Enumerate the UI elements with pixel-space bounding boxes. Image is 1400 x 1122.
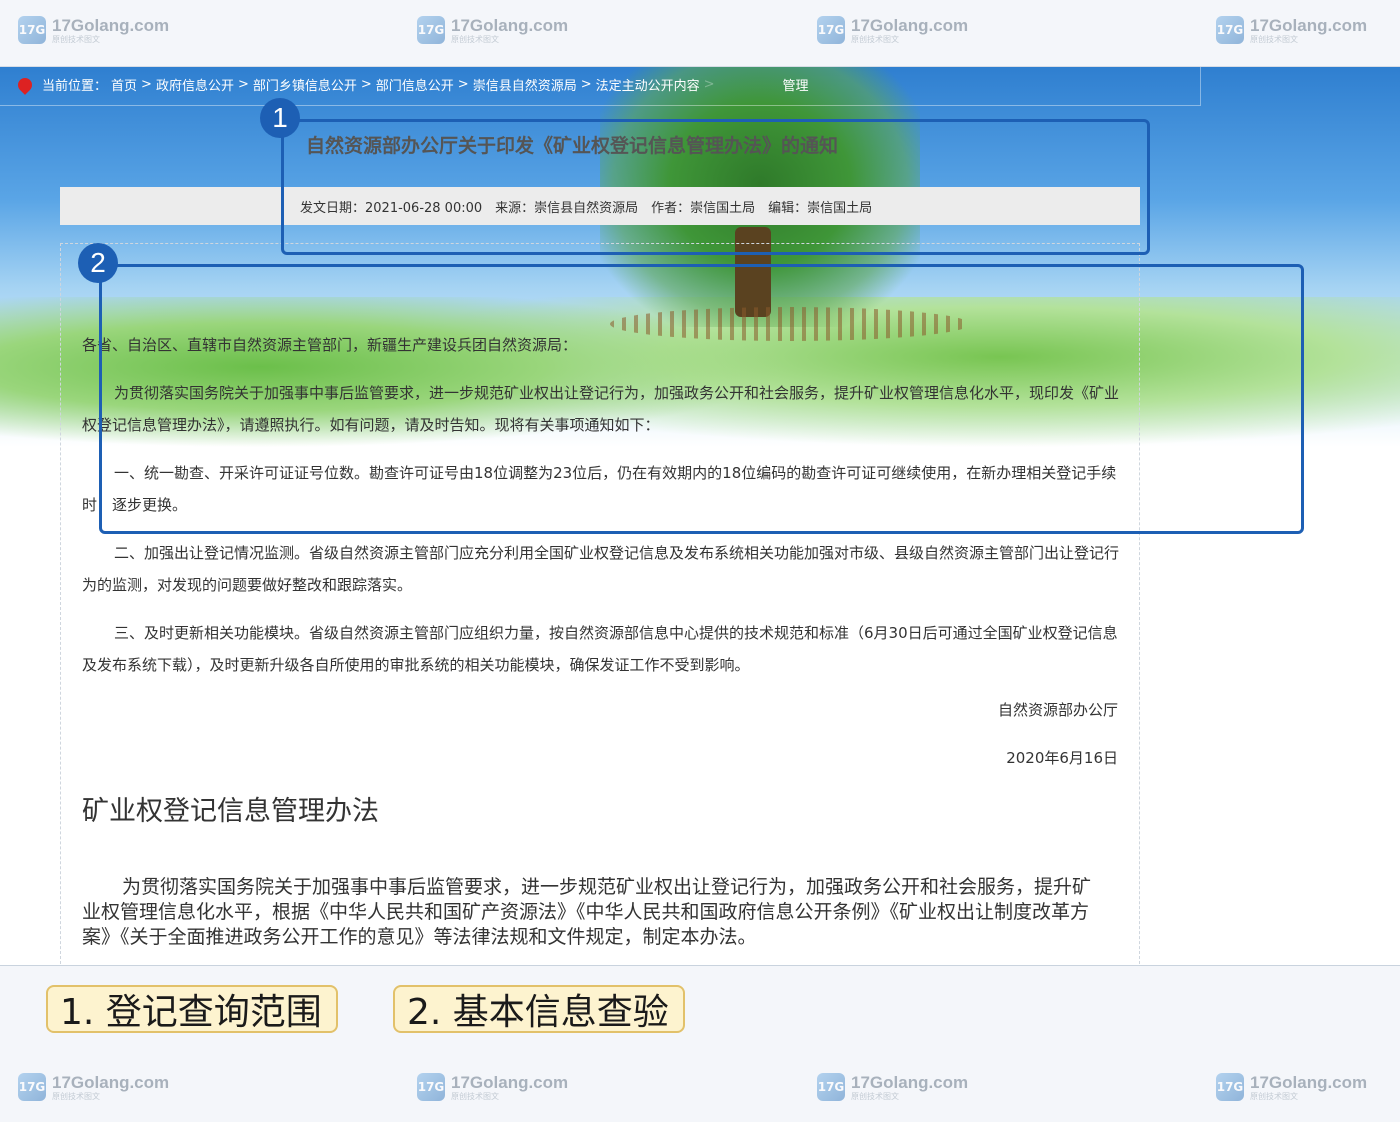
watermark-sub: 原创技术图文	[451, 34, 499, 44]
annotation-badge-2: 2	[78, 243, 118, 283]
watermark: 17G 17Golang.com 原创技术图文	[817, 16, 968, 44]
location-pin-icon	[15, 74, 35, 95]
breadcrumb-separator: >	[360, 77, 372, 92]
watermark-name: 17Golang.com	[52, 15, 170, 35]
annotation-box-1	[281, 119, 1150, 255]
watermark-name: 17Golang.com	[851, 1072, 969, 1092]
watermark: 17G 17Golang.com 原创技术图文	[18, 1073, 169, 1101]
watermark-logo-icon: 17G	[1216, 1073, 1244, 1101]
breadcrumb-link-gov-info[interactable]: 政府信息公开	[156, 75, 234, 94]
watermark: 17G 17Golang.com 原创技术图文	[417, 16, 568, 44]
breadcrumb-link-bureau[interactable]: 崇信县自然资源局	[473, 75, 577, 94]
watermark-name: 17Golang.com	[451, 1072, 569, 1092]
watermark-name: 17Golang.com	[1250, 1072, 1368, 1092]
watermark: 17G 17Golang.com 原创技术图文	[18, 16, 169, 44]
watermark-sub: 原创技术图文	[52, 34, 100, 44]
breadcrumb-link-dept-info[interactable]: 部门信息公开	[376, 75, 454, 94]
watermark-logo-icon: 17G	[417, 1073, 445, 1101]
breadcrumb-separator: >	[580, 77, 592, 92]
breadcrumb-link-home[interactable]: 首页	[111, 75, 137, 94]
breadcrumb: 当前位置： 首页 > 政府信息公开 > 部门乡镇信息公开 > 部门信息公开 > …	[15, 74, 813, 95]
breadcrumb-separator: >	[141, 77, 152, 92]
breadcrumb-separator: >	[237, 77, 249, 92]
breadcrumb-separator: >	[703, 77, 715, 92]
watermark: 17G 17Golang.com 原创技术图文	[1216, 1073, 1367, 1101]
watermark-logo-icon: 17G	[1216, 16, 1244, 44]
watermark-logo-icon: 17G	[817, 1073, 845, 1101]
watermark: 17G 17Golang.com 原创技术图文	[417, 1073, 568, 1101]
breadcrumb-label: 当前位置：	[42, 79, 108, 94]
watermark-sub: 原创技术图文	[1250, 34, 1298, 44]
article-subheading: 矿业权登记信息管理办法	[82, 796, 379, 827]
watermark-sub: 原创技术图文	[851, 1091, 899, 1101]
watermark-sub: 原创技术图文	[52, 1091, 100, 1101]
watermark-row-top: 17G 17Golang.com 原创技术图文 17G 17Golang.com 原…	[0, 0, 1400, 60]
watermark-logo-icon: 17G	[817, 16, 845, 44]
article-paragraph: 二、加强出让登记情况监测。省级自然资源主管部门应充分利用全国矿业权登记信息及发布…	[82, 544, 1120, 594]
breadcrumb-bar: 当前位置： 首页 > 政府信息公开 > 部门乡镇信息公开 > 部门信息公开 > …	[0, 67, 1201, 106]
watermark-logo-icon: 17G	[417, 16, 445, 44]
watermark-sub: 原创技术图文	[451, 1091, 499, 1101]
watermark-name: 17Golang.com	[1250, 15, 1368, 35]
breadcrumb-link-management[interactable]: 管理	[783, 75, 809, 94]
breadcrumb-link-legal[interactable]: 法定主动公开内容	[596, 75, 700, 94]
watermark-sub: 原创技术图文	[1250, 1091, 1298, 1101]
article-paragraph: 为贯彻落实国务院关于加强事中事后监管要求，进一步规范矿业权出让登记行为，加强政务…	[82, 876, 1092, 948]
watermark-name: 17Golang.com	[851, 15, 969, 35]
watermark-sub: 原创技术图文	[851, 34, 899, 44]
watermark-logo-icon: 17G	[18, 16, 46, 44]
watermark: 17G 17Golang.com 原创技术图文	[1216, 16, 1367, 44]
article-paragraph: 三、及时更新相关功能模块。省级自然资源主管部门应组织力量，按自然资源部信息中心提…	[82, 624, 1118, 674]
breadcrumb-link-dept-town[interactable]: 部门乡镇信息公开	[253, 75, 357, 94]
watermark-name: 17Golang.com	[451, 15, 569, 35]
watermark-name: 17Golang.com	[52, 1072, 170, 1092]
annotation-badge-1: 1	[260, 98, 300, 138]
annotation-box-2	[99, 264, 1304, 534]
article-signature-org: 自然资源部办公厅	[997, 701, 1118, 719]
watermark-logo-icon: 17G	[18, 1073, 46, 1101]
breadcrumb-separator: >	[457, 77, 469, 92]
annotation-label-1: 1. 登记查询范围	[46, 985, 338, 1033]
article-signature-date: 2020年6月16日	[1006, 749, 1118, 767]
watermark-row-bottom: 17G 17Golang.com 原创技术图文 17G 17Golang.com 原…	[0, 1058, 1400, 1118]
watermark: 17G 17Golang.com 原创技术图文	[817, 1073, 968, 1101]
annotation-label-2: 2. 基本信息查验	[393, 985, 685, 1033]
